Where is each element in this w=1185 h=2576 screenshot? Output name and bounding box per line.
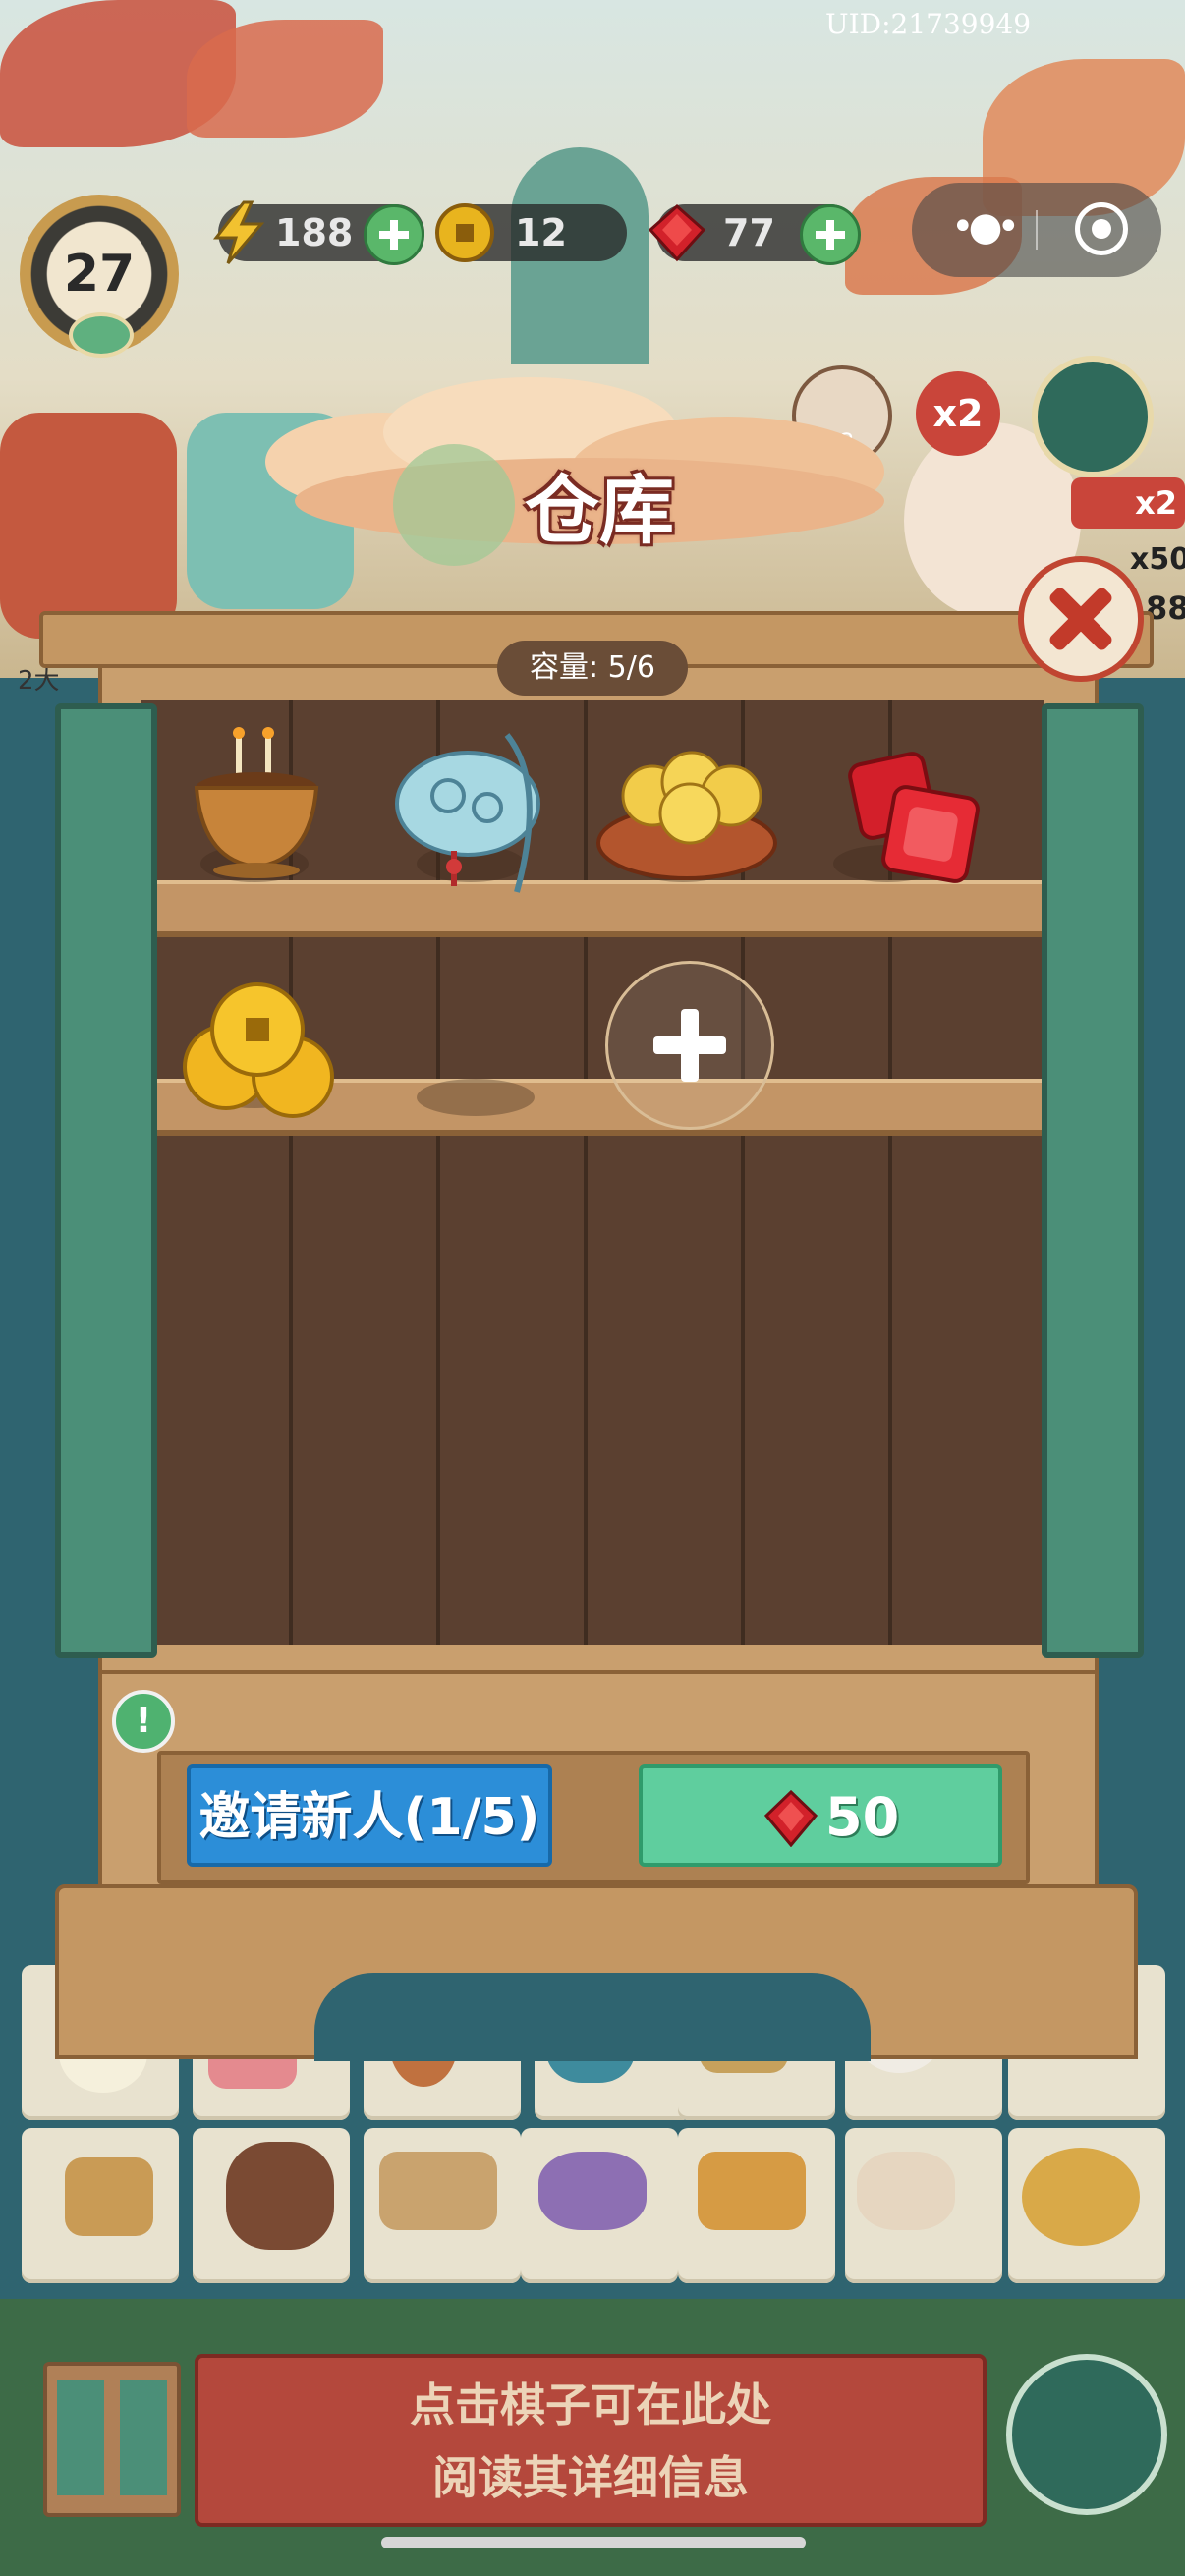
empty-slot-shadow: [417, 1079, 535, 1116]
cloud-pendant-item[interactable]: [389, 725, 556, 902]
cabinet-door-right: [1042, 703, 1144, 1658]
cabinet-foot-arch: [314, 1973, 871, 2061]
gem-value: 77: [723, 211, 775, 254]
mini-program-capsule[interactable]: •●•: [912, 183, 1161, 277]
close-button[interactable]: [1018, 556, 1144, 682]
info-text-line-2: 阅读其详细信息: [432, 2451, 749, 2504]
add-gem-button[interactable]: [800, 204, 861, 265]
user-id: UID:21739949: [825, 8, 1032, 40]
scroll-wheel-item[interactable]: [857, 2152, 955, 2230]
plank-line: [584, 700, 588, 1645]
coin-value: 12: [515, 211, 567, 254]
red-gem-icon: [648, 203, 706, 262]
tea-box-item[interactable]: [65, 2157, 153, 2236]
storage-cabinet-icon[interactable]: [43, 2362, 181, 2517]
gold-coins-item[interactable]: [177, 979, 344, 1126]
pavilion-icon[interactable]: [1006, 2354, 1167, 2515]
tool-basket-item[interactable]: [698, 2152, 806, 2230]
gem-counter[interactable]: 77: [648, 203, 861, 265]
cart-avatar[interactable]: [1032, 356, 1154, 477]
incense-burner-item[interactable]: [183, 723, 330, 880]
close-target-icon[interactable]: [1075, 202, 1128, 255]
steamer-basket-item[interactable]: [379, 2152, 497, 2230]
buy-price: 50: [825, 1786, 900, 1848]
double-bonus-badge[interactable]: x2: [916, 371, 1000, 456]
lightning-icon: [212, 200, 265, 264]
energy-counter[interactable]: 188: [212, 200, 424, 265]
coin-counter[interactable]: 12: [435, 203, 627, 262]
maple-leaves-decoration: [187, 20, 383, 138]
coin-icon: [435, 203, 494, 262]
cat-x2-badge: x2: [1071, 477, 1185, 529]
buy-slot-button[interactable]: 50: [639, 1764, 1002, 1867]
chick-nest-item[interactable]: [593, 727, 780, 884]
energy-value: 188: [275, 211, 354, 254]
brush-roll-item[interactable]: [1022, 2148, 1140, 2246]
red-gem-icon: [764, 1790, 818, 1847]
red-gems-item[interactable]: [841, 743, 988, 890]
capacity-label: 容量: 5/6: [497, 641, 688, 696]
dialog-title: 仓库: [525, 467, 674, 554]
notice-badge[interactable]: !: [112, 1690, 175, 1753]
invite-new-user-button[interactable]: 邀请新人(1/5): [187, 1764, 552, 1867]
capsule-divider: [1036, 210, 1038, 250]
home-indicator[interactable]: [381, 2537, 806, 2548]
leaf-icon: [69, 312, 134, 358]
add-slot-button[interactable]: [605, 961, 774, 1130]
more-icon[interactable]: •●•: [951, 204, 1020, 250]
x50-label: x50: [1130, 542, 1185, 577]
root-sculpture-item[interactable]: [226, 2142, 334, 2250]
info-text-line-1: 点击棋子可在此处: [410, 2379, 771, 2432]
add-energy-button[interactable]: [364, 204, 424, 265]
spinning-wheel-item[interactable]: [538, 2152, 647, 2230]
cabinet-door-left: [55, 703, 157, 1658]
teapot-decoration: [0, 413, 177, 639]
